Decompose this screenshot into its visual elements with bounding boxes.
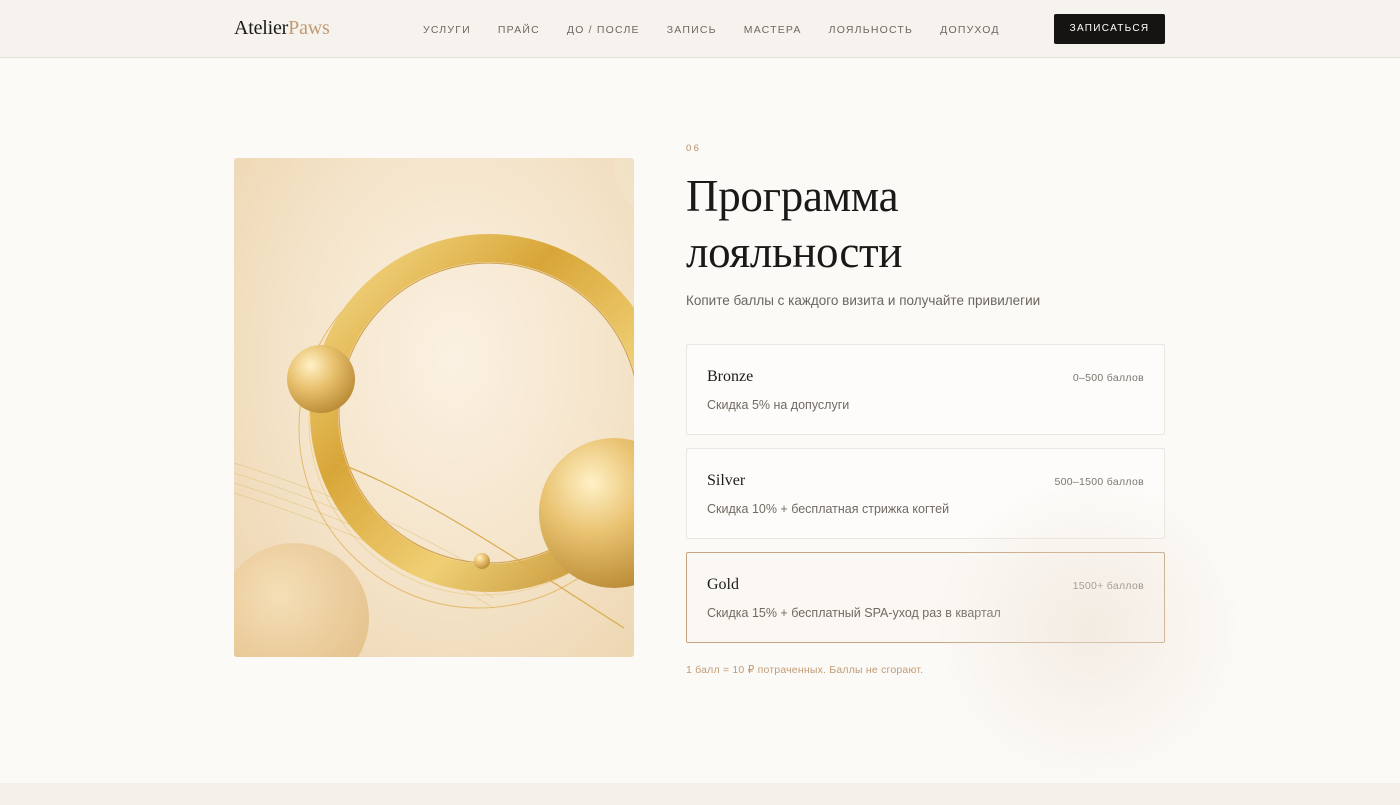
nav-item-prices[interactable]: ПРАЙС <box>498 23 540 37</box>
tier-name: Bronze <box>707 368 754 385</box>
nav-item-masters[interactable]: МАСТЕРА <box>744 23 802 37</box>
logo-text-atelier: Atelier <box>234 17 289 39</box>
tier-range: 1500+ баллов <box>1072 580 1144 592</box>
nav-item-extra-care[interactable]: ДОПУХОД <box>940 23 1000 37</box>
tier-card-silver[interactable]: Silver 500–1500 баллов Скидка 10% + бесп… <box>686 448 1165 539</box>
title-line-1: Программа <box>686 171 899 221</box>
tier-range: 0–500 баллов <box>1072 372 1144 384</box>
tier-card-gold[interactable]: Gold 1500+ баллов Скидка 15% + бесплатны… <box>686 552 1165 643</box>
nav-item-before-after[interactable]: ДО / ПОСЛЕ <box>567 23 640 37</box>
logo[interactable]: AtelierPaws <box>234 17 330 39</box>
tier-card-bronze[interactable]: Bronze 0–500 баллов Скидка 5% на допуслу… <box>686 344 1165 435</box>
tier-name: Silver <box>707 472 746 489</box>
page-title: Программа лояльности <box>686 168 1106 280</box>
points-note: 1 балл = 10 ₽ потраченных. Баллы не сгор… <box>686 664 924 676</box>
nav-item-loyalty[interactable]: ЛОЯЛЬНОСТЬ <box>829 23 913 37</box>
book-button[interactable]: ЗАПИСАТЬСЯ <box>1054 14 1165 44</box>
tier-description: Скидка 5% на допуслуги <box>707 398 850 412</box>
tier-name: Gold <box>707 576 739 593</box>
logo-text-paws: Paws <box>288 17 330 39</box>
loyalty-illustration <box>234 158 634 657</box>
nav-item-services[interactable]: УСЛУГИ <box>423 23 471 37</box>
main-nav: УСЛУГИ ПРАЙС ДО / ПОСЛЕ ЗАПИСЬ МАСТЕРА Л… <box>423 23 1000 37</box>
gold-ring-illustration <box>234 158 634 657</box>
tier-range: 500–1500 баллов <box>1054 476 1144 488</box>
section-number: 06 <box>686 143 702 154</box>
nav-item-booking[interactable]: ЗАПИСЬ <box>667 23 717 37</box>
tier-description: Скидка 10% + бесплатная стрижка когтей <box>707 502 950 516</box>
title-line-2: лояльности <box>686 227 903 277</box>
section-subtitle: Копите баллы с каждого визита и получайт… <box>686 293 1041 308</box>
tier-description: Скидка 15% + бесплатный SPA-уход раз в к… <box>707 606 1001 620</box>
next-section-edge <box>0 783 1400 805</box>
site-header: AtelierPaws УСЛУГИ ПРАЙС ДО / ПОСЛЕ ЗАПИ… <box>0 0 1400 58</box>
